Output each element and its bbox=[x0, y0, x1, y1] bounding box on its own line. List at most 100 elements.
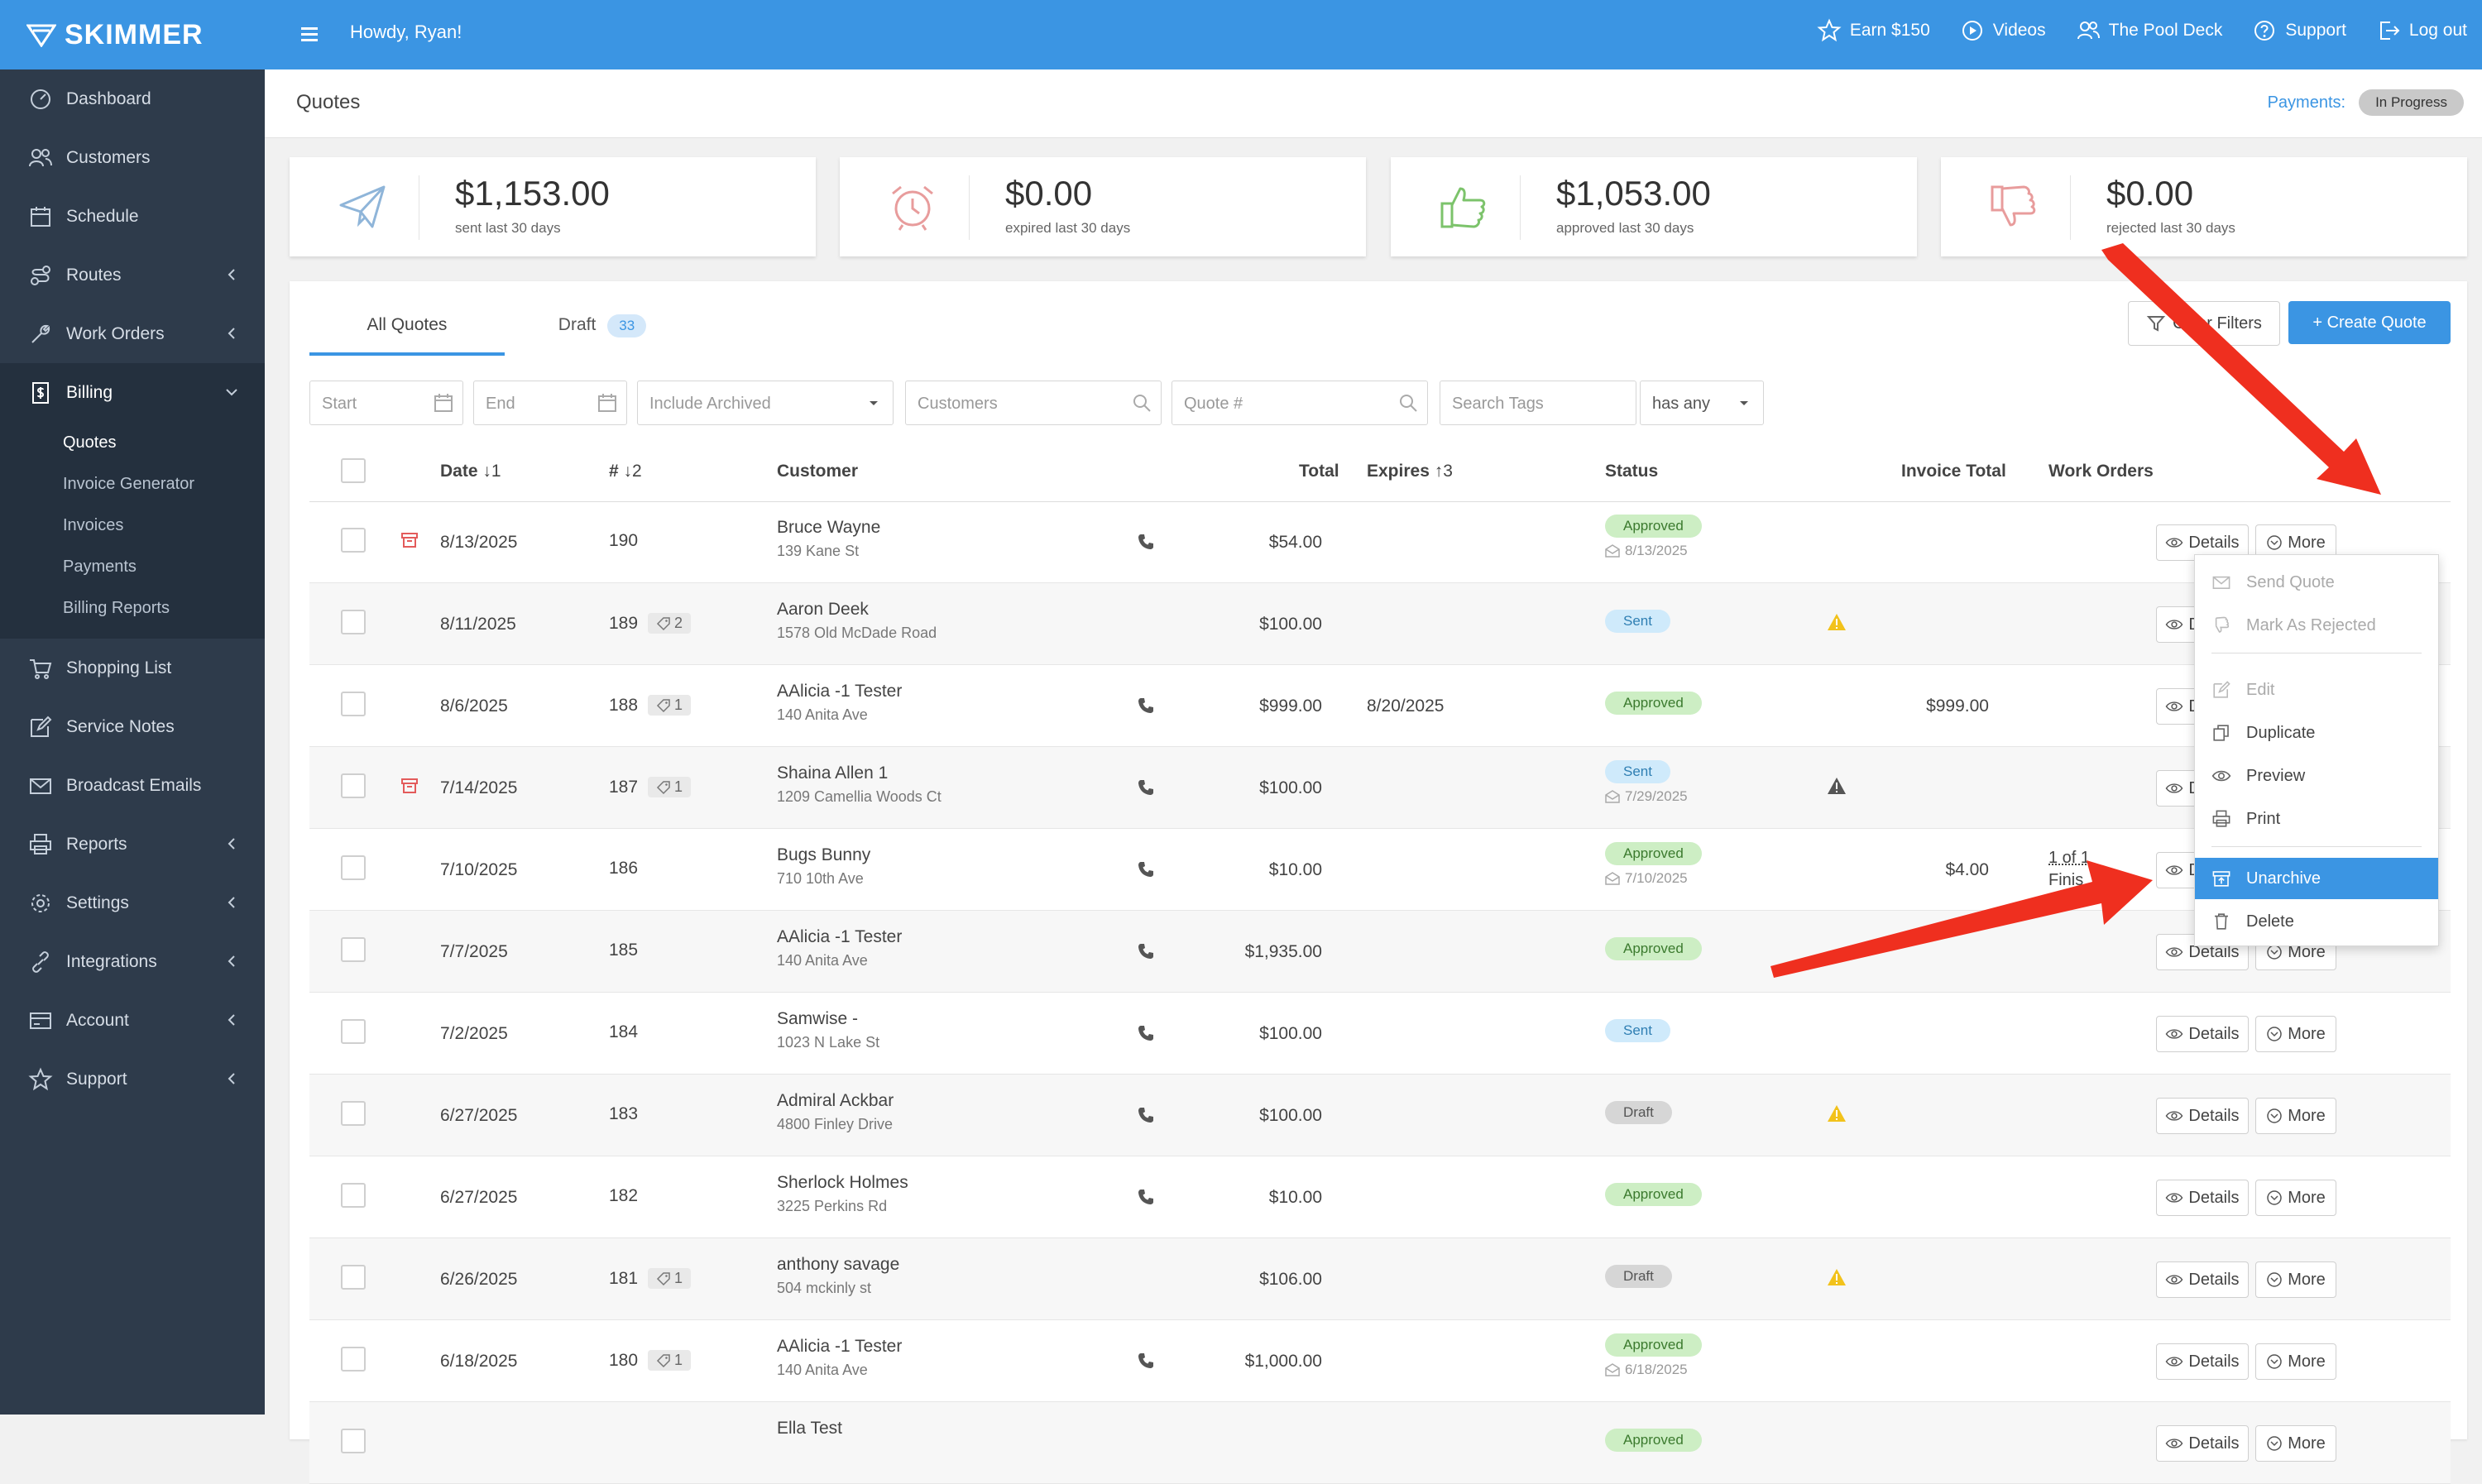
row-checkbox[interactable] bbox=[341, 1265, 366, 1290]
clear-filters-button[interactable]: Clear Filters bbox=[2128, 301, 2280, 346]
quote-number[interactable]: 185 bbox=[609, 941, 638, 960]
quote-number[interactable]: 187 1 bbox=[609, 777, 692, 797]
tag-count-chip[interactable]: 1 bbox=[648, 1350, 692, 1371]
sidebar-item-work-orders[interactable]: Work Orders bbox=[0, 304, 265, 363]
row-checkbox[interactable] bbox=[341, 1183, 366, 1208]
table-row[interactable]: 7/10/2025 186 Bugs Bunny 710 10th Ave $1… bbox=[309, 829, 2451, 911]
support-link[interactable]: Support bbox=[2252, 18, 2346, 43]
sidebar-item-routes[interactable]: Routes bbox=[0, 246, 265, 304]
sidebar-item-billing[interactable]: Billing bbox=[0, 363, 265, 422]
customer-cell[interactable]: AAlicia -1 Tester 140 Anita Ave bbox=[777, 682, 902, 724]
sidebar-item-integrations[interactable]: Integrations bbox=[0, 932, 265, 991]
menu-item-print[interactable]: Print bbox=[2195, 798, 2438, 840]
table-row[interactable]: 8/11/2025 189 2 Aaron Deek 1578 Old McDa… bbox=[309, 583, 2451, 665]
tag-count-chip[interactable]: 1 bbox=[648, 777, 692, 797]
tag-count-chip[interactable]: 2 bbox=[648, 613, 692, 634]
quote-number[interactable]: 186 bbox=[609, 859, 638, 878]
row-checkbox[interactable] bbox=[341, 1101, 366, 1126]
sidebar-item-schedule[interactable]: Schedule bbox=[0, 187, 265, 246]
logout-link[interactable]: Log out bbox=[2376, 18, 2467, 43]
details-button[interactable]: Details bbox=[2156, 1016, 2249, 1052]
sidebar-subitem-payments[interactable]: Payments bbox=[0, 546, 265, 587]
table-row[interactable]: 7/2/2025 184 Samwise - 1023 N Lake St $1… bbox=[309, 993, 2451, 1075]
quote-number[interactable]: 183 bbox=[609, 1104, 638, 1124]
more-button[interactable]: More bbox=[2255, 1016, 2336, 1052]
more-button[interactable]: More bbox=[2255, 1261, 2336, 1298]
customer-cell[interactable]: Aaron Deek 1578 Old McDade Road bbox=[777, 600, 937, 642]
sidebar-item-shopping-list[interactable]: Shopping List bbox=[0, 639, 265, 697]
table-row[interactable]: 6/26/2025 181 1 anthony savage 504 mckin… bbox=[309, 1238, 2451, 1320]
customer-cell[interactable]: AAlicia -1 Tester 140 Anita Ave bbox=[777, 927, 902, 969]
row-checkbox[interactable] bbox=[341, 1019, 366, 1044]
customer-cell[interactable]: Shaina Allen 1 1209 Camellia Woods Ct bbox=[777, 764, 942, 806]
earn-link[interactable]: Earn $150 bbox=[1817, 18, 1930, 43]
menu-item-preview[interactable]: Preview bbox=[2195, 755, 2438, 797]
warning-indicator[interactable] bbox=[1827, 1104, 1847, 1123]
more-button[interactable]: More bbox=[2255, 1180, 2336, 1216]
customer-cell[interactable]: Sherlock Holmes 3225 Perkins Rd bbox=[777, 1173, 908, 1215]
table-row[interactable]: 6/27/2025 182 Sherlock Holmes 3225 Perki… bbox=[309, 1156, 2451, 1238]
sidebar-item-account[interactable]: Account bbox=[0, 991, 265, 1050]
archived-select[interactable]: Include Archived bbox=[637, 381, 894, 425]
sidebar-item-customers[interactable]: Customers bbox=[0, 128, 265, 187]
warning-indicator[interactable] bbox=[1827, 1268, 1847, 1286]
table-row[interactable]: 7/14/2025 187 1 Shaina Allen 1 1209 Came… bbox=[309, 747, 2451, 829]
sidebar-item-dashboard[interactable]: Dashboard bbox=[0, 69, 265, 128]
payments-label[interactable]: Payments: bbox=[2268, 93, 2345, 112]
menu-item-edit[interactable]: Edit bbox=[2195, 669, 2438, 711]
col-date[interactable]: Date ↓1 bbox=[440, 462, 501, 481]
quote-number[interactable]: 181 1 bbox=[609, 1268, 692, 1289]
table-row[interactable]: 6/18/2025 180 1 AAlicia -1 Tester 140 An… bbox=[309, 1320, 2451, 1402]
customer-cell[interactable]: anthony savage 504 mckinly st bbox=[777, 1255, 899, 1297]
quote-number[interactable]: 182 bbox=[609, 1186, 638, 1206]
menu-item-duplicate[interactable]: Duplicate bbox=[2195, 712, 2438, 754]
col-status[interactable]: Status bbox=[1605, 462, 1658, 481]
menu-item-mark-as-rejected[interactable]: Mark As Rejected bbox=[2195, 605, 2438, 646]
sidebar-item-support[interactable]: Support bbox=[0, 1050, 265, 1108]
quote-number-input[interactable]: Quote # bbox=[1172, 381, 1428, 425]
row-checkbox[interactable] bbox=[341, 937, 366, 962]
more-button[interactable]: More bbox=[2255, 1425, 2336, 1462]
work-orders-cell[interactable]: 1 of 1 Finis bbox=[2048, 849, 2090, 890]
col-work-orders[interactable]: Work Orders bbox=[2048, 462, 2154, 481]
customer-cell[interactable]: Bugs Bunny 710 10th Ave bbox=[777, 845, 870, 888]
tab-draft[interactable]: Draft 33 bbox=[505, 311, 700, 352]
tab-all-quotes[interactable]: All Quotes bbox=[309, 311, 505, 356]
row-checkbox[interactable] bbox=[341, 528, 366, 553]
customer-cell[interactable]: Ella Test bbox=[777, 1419, 842, 1443]
search-tags-input[interactable]: Search Tags bbox=[1440, 381, 1636, 425]
sidebar-item-service-notes[interactable]: Service Notes bbox=[0, 697, 265, 756]
hamburger-menu-icon[interactable] bbox=[298, 22, 324, 48]
details-button[interactable]: Details bbox=[2156, 1343, 2249, 1380]
quote-number[interactable]: 190 bbox=[609, 531, 638, 551]
col-total[interactable]: Total bbox=[1299, 462, 1339, 481]
details-button[interactable]: Details bbox=[2156, 1425, 2249, 1462]
col-number[interactable]: # ↓2 bbox=[609, 462, 642, 481]
more-button[interactable]: More bbox=[2255, 1343, 2336, 1380]
quote-number[interactable]: 180 1 bbox=[609, 1350, 692, 1371]
warning-indicator[interactable] bbox=[1827, 613, 1847, 631]
row-checkbox[interactable] bbox=[341, 855, 366, 880]
col-customer[interactable]: Customer bbox=[777, 462, 858, 481]
sidebar-item-broadcast-emails[interactable]: Broadcast Emails bbox=[0, 756, 265, 815]
col-invoice-total[interactable]: Invoice Total bbox=[1901, 462, 2006, 481]
menu-item-unarchive[interactable]: Unarchive bbox=[2195, 858, 2438, 899]
details-button[interactable]: Details bbox=[2156, 1098, 2249, 1134]
row-checkbox[interactable] bbox=[341, 1347, 366, 1372]
quote-number[interactable]: 184 bbox=[609, 1022, 638, 1042]
sidebar-item-reports[interactable]: Reports bbox=[0, 815, 265, 874]
customers-search-input[interactable]: Customers bbox=[905, 381, 1162, 425]
col-expires[interactable]: Expires ↑3 bbox=[1367, 462, 1453, 481]
sidebar-subitem-invoice-generator[interactable]: Invoice Generator bbox=[0, 463, 265, 505]
sidebar-subitem-invoices[interactable]: Invoices bbox=[0, 505, 265, 546]
start-date-input[interactable]: Start bbox=[309, 381, 463, 425]
videos-link[interactable]: Videos bbox=[1960, 18, 2046, 43]
customer-cell[interactable]: AAlicia -1 Tester 140 Anita Ave bbox=[777, 1337, 902, 1379]
quote-number[interactable]: 189 2 bbox=[609, 613, 692, 634]
customer-cell[interactable]: Bruce Wayne 139 Kane St bbox=[777, 518, 880, 560]
table-row[interactable]: 8/6/2025 188 1 AAlicia -1 Tester 140 Ani… bbox=[309, 665, 2451, 747]
customer-cell[interactable]: Samwise - 1023 N Lake St bbox=[777, 1009, 879, 1051]
logo[interactable]: SKIMMER bbox=[0, 0, 265, 69]
row-checkbox[interactable] bbox=[341, 610, 366, 634]
customer-cell[interactable]: Admiral Ackbar 4800 Finley Drive bbox=[777, 1091, 894, 1133]
